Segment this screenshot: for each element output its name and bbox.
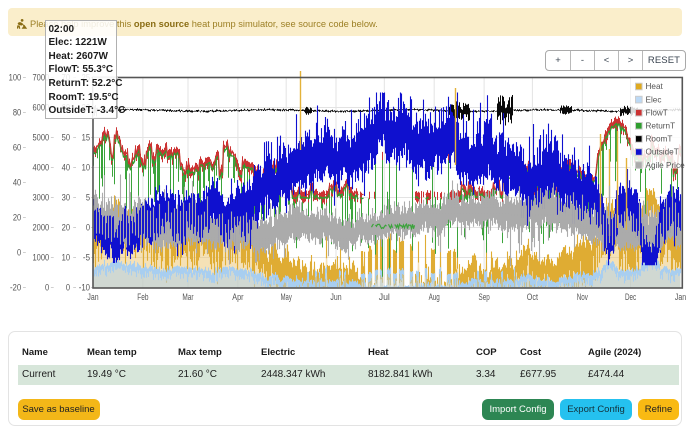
svg-text:Jan: Jan bbox=[675, 292, 686, 302]
svg-text:Mar: Mar bbox=[182, 292, 193, 302]
svg-text:15: 15 bbox=[82, 133, 90, 143]
svg-text:Elec: Elec bbox=[646, 95, 662, 104]
svg-text:10: 10 bbox=[62, 253, 70, 263]
svg-text:Aug: Aug bbox=[429, 292, 440, 302]
svg-text:5000: 5000 bbox=[32, 133, 49, 143]
svg-text:Jun: Jun bbox=[330, 292, 341, 302]
svg-text:May: May bbox=[281, 292, 293, 302]
svg-text:ReturnT: ReturnT bbox=[646, 122, 676, 131]
svg-text:40: 40 bbox=[62, 163, 70, 173]
svg-text:Feb: Feb bbox=[137, 292, 148, 302]
svg-text:Heat: Heat bbox=[646, 82, 664, 91]
svg-text:1000: 1000 bbox=[32, 253, 49, 263]
svg-text:3000: 3000 bbox=[32, 193, 49, 203]
svg-text:Sep: Sep bbox=[479, 292, 490, 302]
svg-text:Apr: Apr bbox=[232, 292, 243, 302]
svg-text:10: 10 bbox=[82, 163, 90, 173]
svg-text:Jul: Jul bbox=[379, 292, 390, 302]
svg-text:-5: -5 bbox=[83, 253, 90, 263]
svg-text:0: 0 bbox=[17, 248, 21, 258]
svg-text:100: 100 bbox=[9, 73, 22, 83]
svg-text:5: 5 bbox=[86, 193, 90, 203]
svg-text:Nov: Nov bbox=[577, 292, 589, 302]
svg-text:Agile Price: Agile Price bbox=[646, 161, 686, 170]
svg-text:40: 40 bbox=[13, 178, 21, 188]
svg-text:80: 80 bbox=[13, 108, 21, 118]
svg-text:RoomT: RoomT bbox=[646, 135, 673, 144]
svg-text:FlowT: FlowT bbox=[646, 108, 668, 117]
svg-text:2000: 2000 bbox=[32, 223, 49, 233]
svg-text:50: 50 bbox=[62, 133, 70, 143]
svg-text:-20: -20 bbox=[10, 283, 21, 293]
svg-text:0: 0 bbox=[45, 283, 49, 293]
svg-text:60: 60 bbox=[13, 143, 21, 153]
svg-text:30: 30 bbox=[62, 193, 70, 203]
svg-text:Dec: Dec bbox=[625, 292, 637, 302]
svg-text:20: 20 bbox=[62, 223, 70, 233]
svg-text:Oct: Oct bbox=[527, 292, 539, 302]
svg-text:20: 20 bbox=[13, 213, 21, 223]
svg-text:0: 0 bbox=[86, 223, 90, 233]
svg-text:OutsideT: OutsideT bbox=[646, 148, 679, 157]
svg-text:0: 0 bbox=[66, 283, 70, 293]
svg-text:Jan: Jan bbox=[87, 292, 98, 302]
svg-text:4000: 4000 bbox=[32, 163, 49, 173]
